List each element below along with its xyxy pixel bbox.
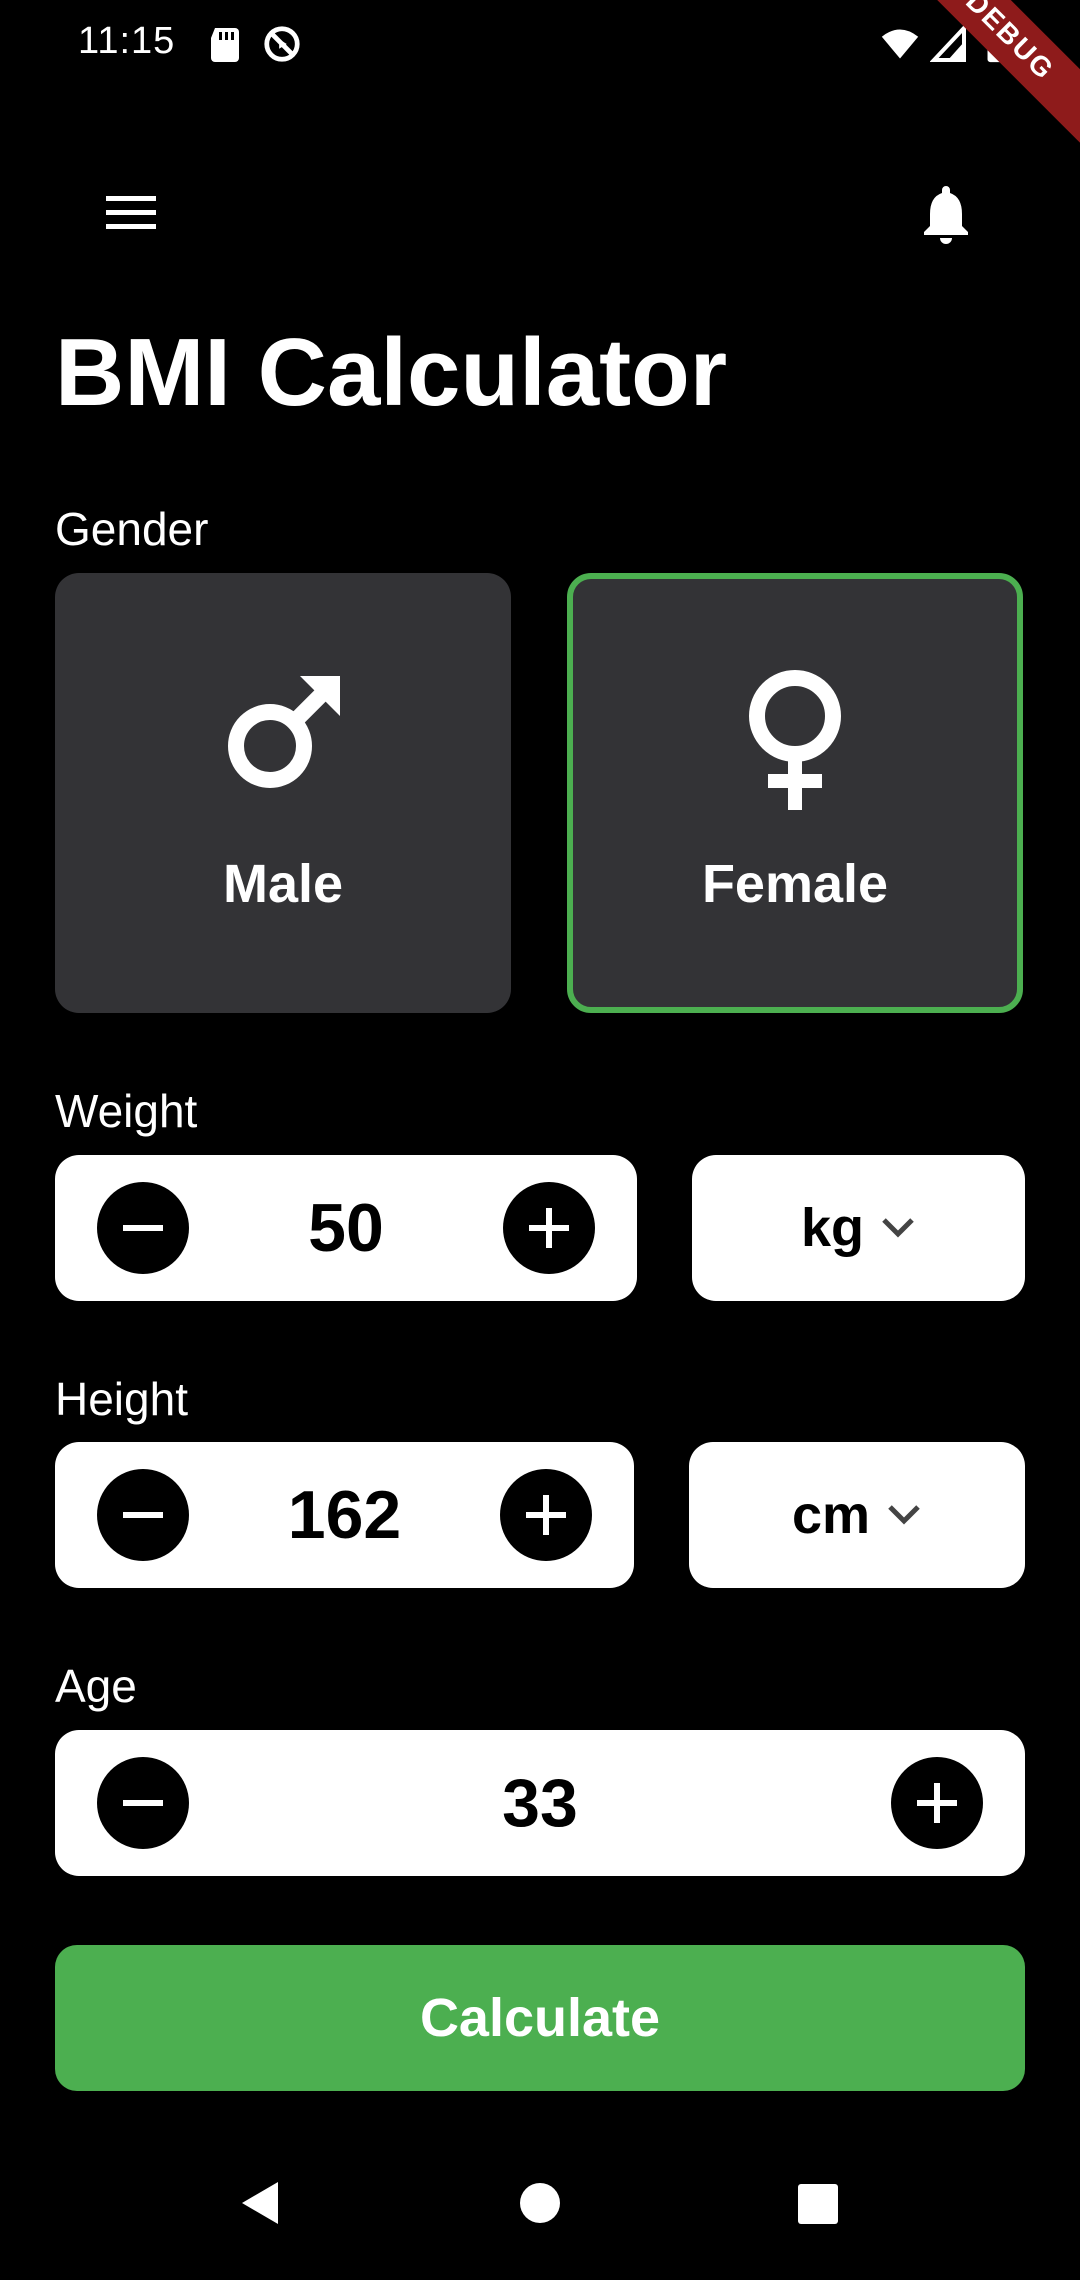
signal-icon bbox=[930, 24, 966, 62]
weight-stepper: 50 bbox=[55, 1155, 637, 1301]
menu-icon[interactable] bbox=[104, 178, 184, 250]
plus-icon bbox=[526, 1495, 566, 1535]
gender-option-female[interactable]: Female bbox=[567, 573, 1023, 1013]
weight-unit-dropdown[interactable]: kg bbox=[692, 1155, 1025, 1301]
female-icon bbox=[749, 670, 841, 810]
minus-icon bbox=[123, 1800, 163, 1806]
debug-banner: DEBUG bbox=[899, 0, 1080, 147]
gender-option-label: Female bbox=[701, 854, 889, 914]
minus-icon bbox=[123, 1225, 163, 1231]
chevron-down-icon bbox=[882, 1218, 914, 1238]
bell-icon[interactable] bbox=[910, 178, 982, 250]
wifi-icon bbox=[881, 29, 919, 59]
plus-icon bbox=[529, 1208, 569, 1248]
age-value: 33 bbox=[502, 1765, 578, 1841]
weight-unit-value: kg bbox=[800, 1198, 865, 1258]
height-value: 162 bbox=[287, 1477, 402, 1553]
sync-icon bbox=[264, 26, 300, 62]
male-icon bbox=[228, 676, 340, 788]
height-unit-dropdown[interactable]: cm bbox=[689, 1442, 1025, 1588]
gender-option-male[interactable]: Male bbox=[55, 573, 511, 1013]
gender-option-label: Male bbox=[222, 854, 344, 914]
height-unit-value: cm bbox=[791, 1485, 871, 1545]
height-decrement-button[interactable] bbox=[97, 1469, 189, 1561]
weight-value: 50 bbox=[308, 1190, 384, 1266]
plus-icon bbox=[917, 1783, 957, 1823]
age-label: Age bbox=[55, 1660, 137, 1712]
height-stepper: 162 bbox=[55, 1442, 634, 1588]
age-decrement-button[interactable] bbox=[97, 1757, 189, 1849]
home-icon[interactable] bbox=[518, 2178, 562, 2228]
page-title: BMI Calculator bbox=[55, 319, 728, 426]
height-label: Height bbox=[55, 1373, 188, 1425]
height-increment-button[interactable] bbox=[500, 1469, 592, 1561]
age-increment-button[interactable] bbox=[891, 1757, 983, 1849]
sd-card-icon bbox=[211, 28, 239, 62]
chevron-down-icon bbox=[888, 1505, 920, 1525]
weight-increment-button[interactable] bbox=[503, 1182, 595, 1274]
status-time: 11:15 bbox=[78, 20, 176, 62]
back-icon[interactable] bbox=[236, 2178, 286, 2228]
age-stepper: 33 bbox=[55, 1730, 1025, 1876]
minus-icon bbox=[123, 1512, 163, 1518]
calculate-button[interactable]: Calculate bbox=[55, 1945, 1025, 2091]
gender-label: Gender bbox=[55, 503, 209, 555]
weight-label: Weight bbox=[55, 1085, 198, 1137]
recents-icon[interactable] bbox=[796, 2178, 840, 2228]
weight-decrement-button[interactable] bbox=[97, 1182, 189, 1274]
